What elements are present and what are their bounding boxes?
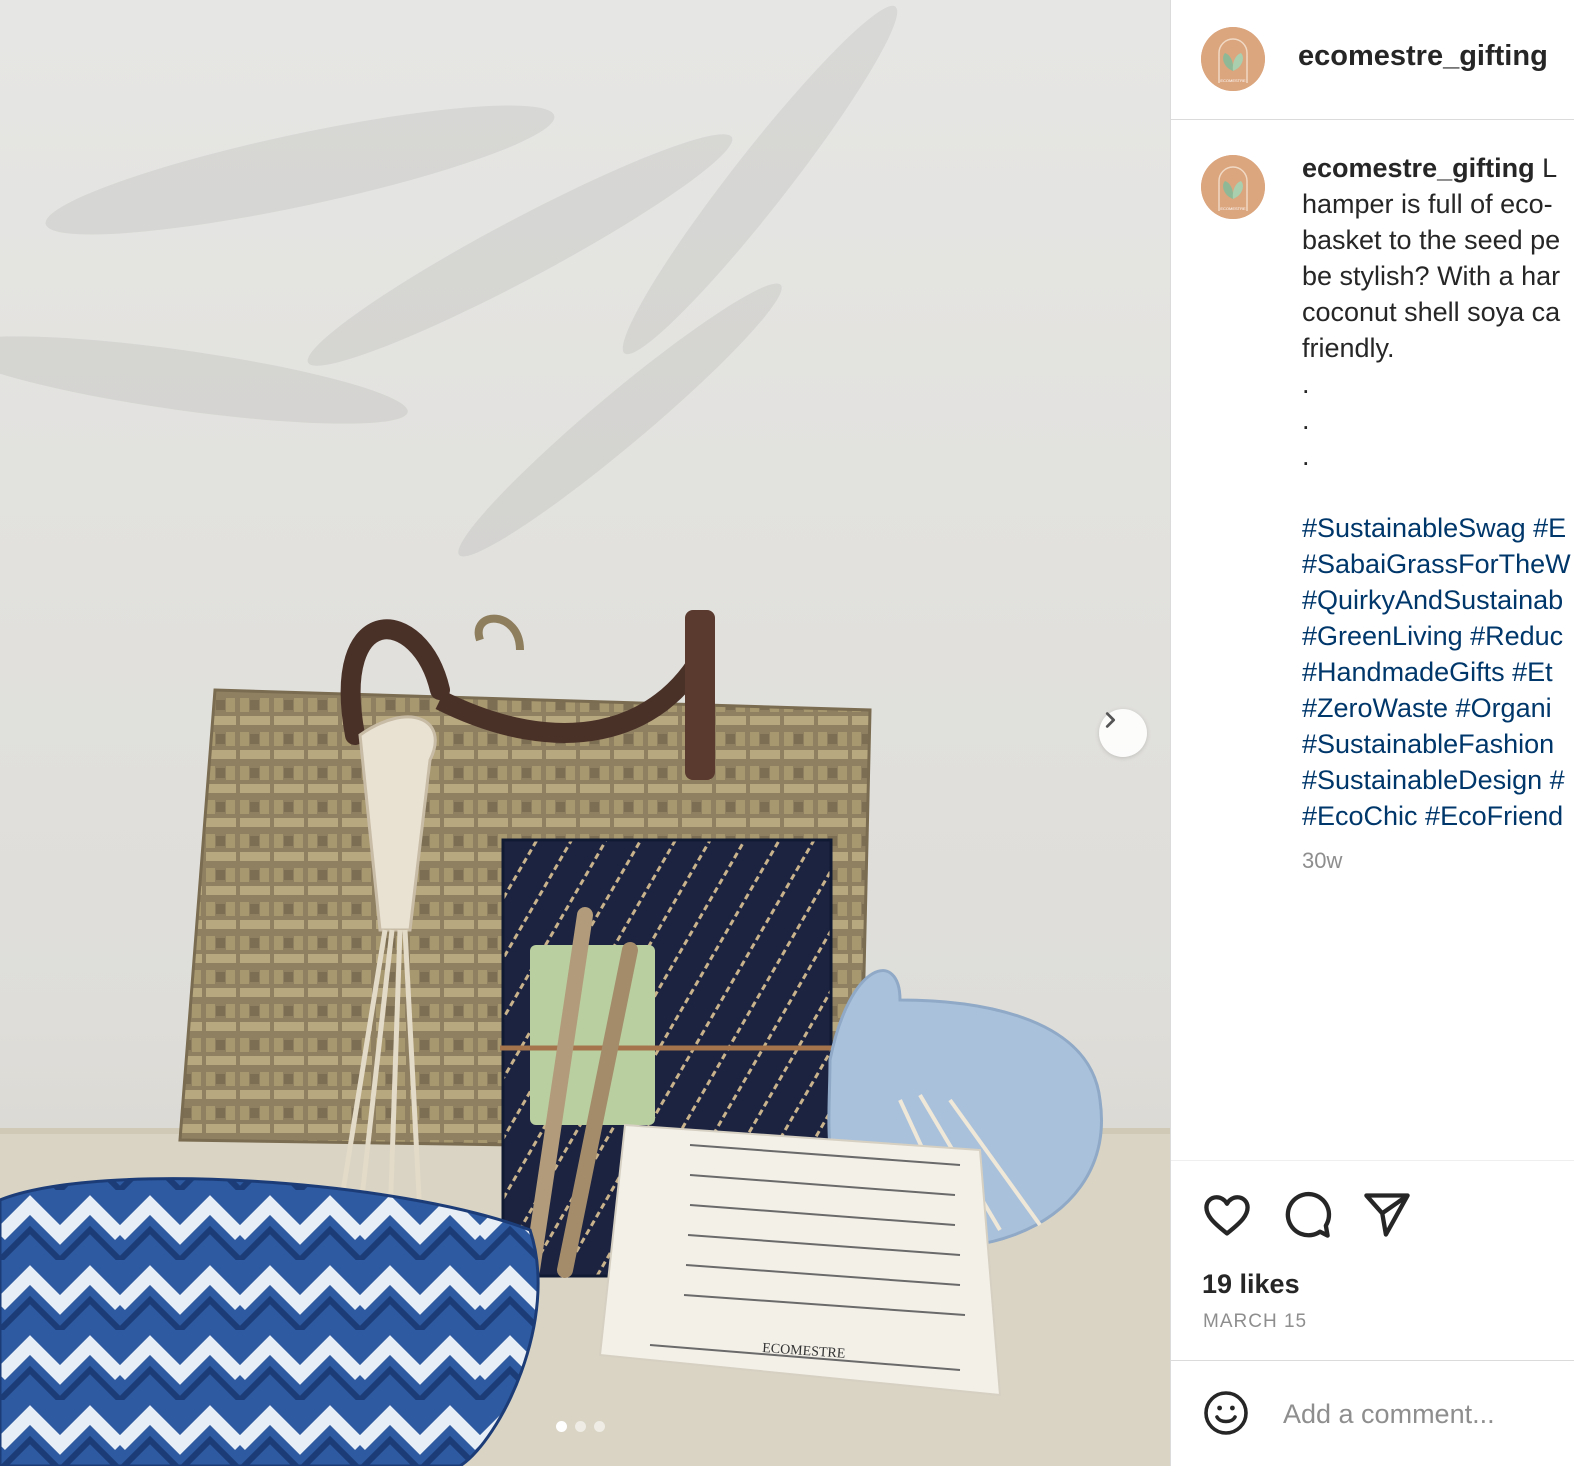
caption-dot: . [1302,405,1310,435]
avatar[interactable]: ECOMESTRE [1201,27,1265,91]
avatar-logo-text: ECOMESTRE [1220,206,1246,211]
hashtag-line[interactable]: #QuirkyAndSustainab [1302,582,1574,618]
post-image[interactable]: ECOMESTRE [0,0,1170,1466]
hashtag-line[interactable]: #SustainableDesign # [1302,762,1574,798]
caption-text: ecomestre_gifting L hamper is full of ec… [1302,150,1574,834]
caption-first-line: ecomestre_gifting L [1302,150,1574,186]
comment-bar [1171,1360,1574,1466]
caption-dot: . [1302,369,1310,399]
carousel-indicator [556,1421,605,1432]
leaf-logo-icon: ECOMESTRE [1201,155,1265,219]
post-photo-illustration: ECOMESTRE [0,0,1170,1466]
caption-dot: . [1302,441,1310,471]
caption-avatar[interactable]: ECOMESTRE [1201,155,1265,219]
hashtag-line[interactable]: #HandmadeGifts #Et [1302,654,1574,690]
post-header: ECOMESTRE ecomestre_gifting [1171,0,1574,120]
hashtag-line[interactable]: #SabaiGrassForTheW [1302,546,1574,582]
hashtag-line[interactable]: #SustainableSwag #E [1302,510,1574,546]
caption-line: friendly. [1302,333,1395,363]
post-sidebar: ECOMESTRE ecomestre_gifting ECOMESTRE ec… [1170,0,1574,1466]
share-icon [1364,1193,1410,1237]
carousel-dot [594,1421,605,1432]
carousel-dot [575,1421,586,1432]
header-username[interactable]: ecomestre_gifting [1298,40,1548,73]
hashtag-line[interactable]: #ZeroWaste #Organi [1302,690,1574,726]
caption-username[interactable]: ecomestre_gifting [1302,153,1535,183]
hashtag-line[interactable]: #GreenLiving #Reduc [1302,618,1574,654]
post-date: MARCH 15 [1203,1311,1308,1332]
post-time-ago[interactable]: 30w [1302,848,1342,874]
carousel-dot-active [556,1421,567,1432]
caption-line: basket to the seed pe [1302,225,1561,255]
leaf-logo-icon: ECOMESTRE [1201,27,1265,91]
emoji-icon [1204,1391,1248,1435]
heart-icon [1204,1195,1250,1236]
chevron-right-icon [1105,712,1116,728]
share-button[interactable] [1361,1189,1413,1246]
carousel-next-button[interactable] [1099,709,1147,757]
comment-icon [1285,1191,1332,1238]
hashtag-line[interactable]: #EcoChic #EcoFriend [1302,798,1574,834]
caption-fragment: L [1542,153,1558,183]
likes-count[interactable]: 19 likes [1202,1269,1300,1300]
caption-line: hamper is full of eco- [1302,189,1553,219]
caption-line: be stylish? With a har [1302,261,1561,291]
emoji-button[interactable] [1202,1389,1250,1442]
post-actions: 19 likes MARCH 15 [1171,1160,1574,1360]
caption-line: coconut shell soya ca [1302,297,1561,327]
avatar-logo-text: ECOMESTRE [1220,78,1246,83]
comment-button[interactable] [1281,1189,1333,1246]
comment-input[interactable] [1281,1391,1574,1437]
hashtag-line[interactable]: #SustainableFashion [1302,726,1574,762]
like-button[interactable] [1201,1189,1253,1246]
